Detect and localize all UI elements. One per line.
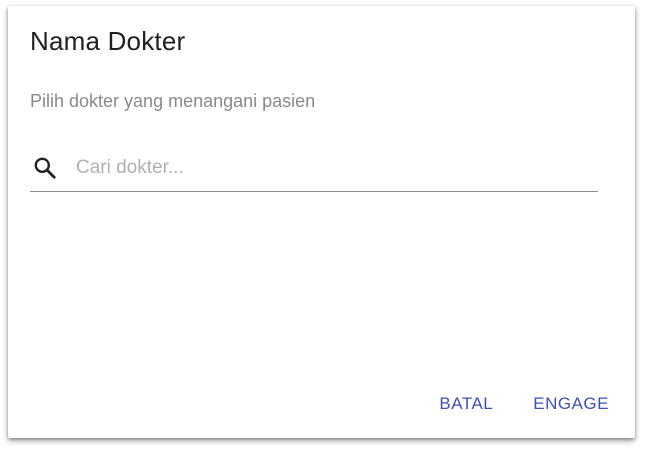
doctor-select-dialog: Nama Dokter Pilih dokter yang menangani …	[8, 6, 635, 438]
cancel-button[interactable]: BATAL	[439, 394, 493, 414]
dialog-subtitle: Pilih dokter yang menangani pasien	[30, 91, 316, 111]
search-field[interactable]	[30, 149, 598, 192]
search-icon	[32, 155, 58, 181]
dialog-actions: BATAL ENGAGE	[439, 394, 609, 414]
dialog-title: Nama Dokter	[30, 26, 186, 56]
engage-button[interactable]: ENGAGE	[533, 394, 609, 414]
search-input[interactable]	[76, 153, 586, 183]
